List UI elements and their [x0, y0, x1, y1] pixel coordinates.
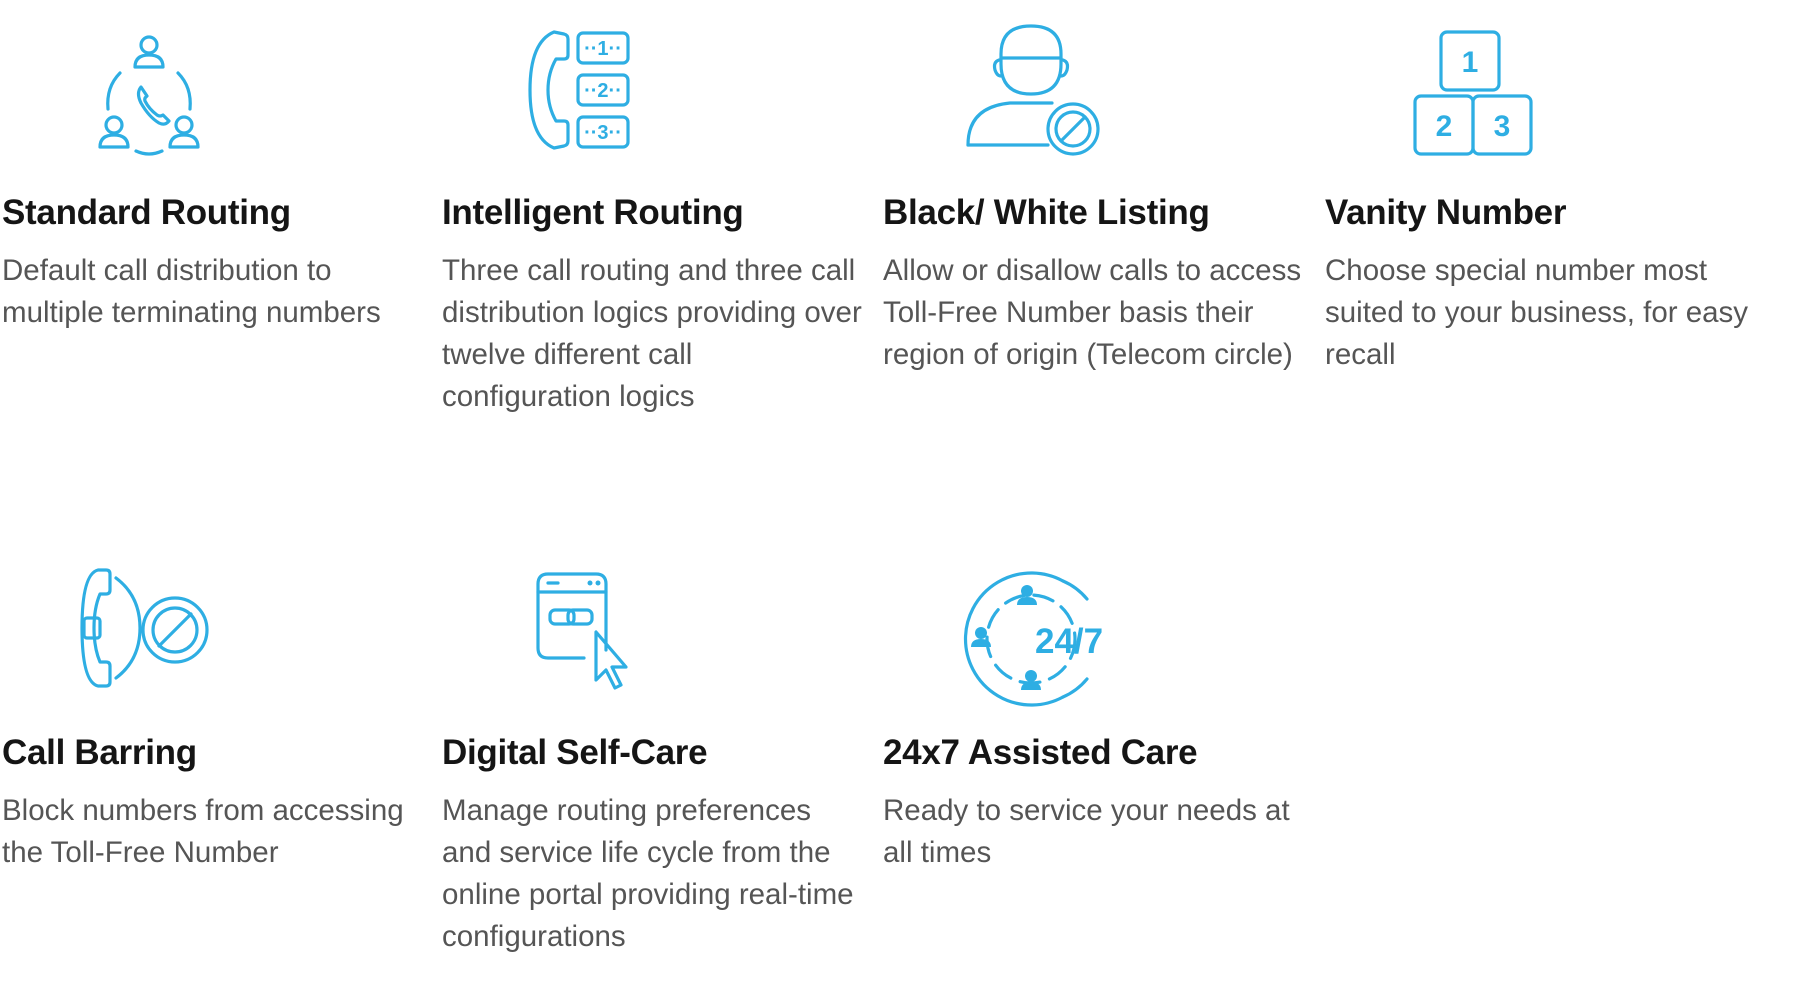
number-blocks-icon: 1 2 3 [1325, 0, 1625, 160]
feature-title: Vanity Number [1325, 193, 1567, 232]
feature-description: Ready to service your needs at all times [883, 794, 1290, 869]
feature-description: Allow or disallow calls to access Toll-F… [883, 254, 1302, 371]
feature-title: Digital Self-Care [442, 733, 708, 772]
feature-description: Block numbers from accessing the Toll-Fr… [2, 794, 404, 869]
svg-text:··3··: ··3·· [584, 122, 622, 144]
svg-text:1: 1 [1462, 46, 1479, 79]
browser-link-cursor-icon [442, 540, 742, 700]
support-24-7-icon: 24/7 [883, 540, 1183, 707]
feature-title: Call Barring [2, 733, 197, 772]
phone-menu-options-icon: ··1·· ··2·· ··3·· [442, 0, 742, 160]
svg-text:2: 2 [1436, 110, 1453, 143]
svg-text:3: 3 [1494, 110, 1511, 143]
svg-text:··1··: ··1·· [584, 38, 622, 60]
feature-description: Default call distribution to multiple te… [2, 254, 381, 329]
feature-title: Standard Routing [2, 193, 291, 232]
feature-description: Manage routing preferences and service l… [442, 794, 854, 953]
phone-blocked-icon [2, 540, 302, 700]
features-grid: Standard Routing Default call distributi… [0, 0, 1810, 994]
user-blocked-icon [883, 0, 1183, 160]
support-24-7-text: 24/7 [1035, 622, 1103, 661]
feature-description: Choose special number most suited to you… [1325, 254, 1749, 371]
feature-description: Three call routing and three call distri… [442, 254, 862, 413]
routing-network-icon [2, 0, 302, 160]
svg-text:··2··: ··2·· [584, 80, 622, 102]
feature-title: Intelligent Routing [442, 193, 744, 232]
feature-title: 24x7 Assisted Care [883, 733, 1198, 772]
feature-title: Black/ White Listing [883, 193, 1210, 232]
